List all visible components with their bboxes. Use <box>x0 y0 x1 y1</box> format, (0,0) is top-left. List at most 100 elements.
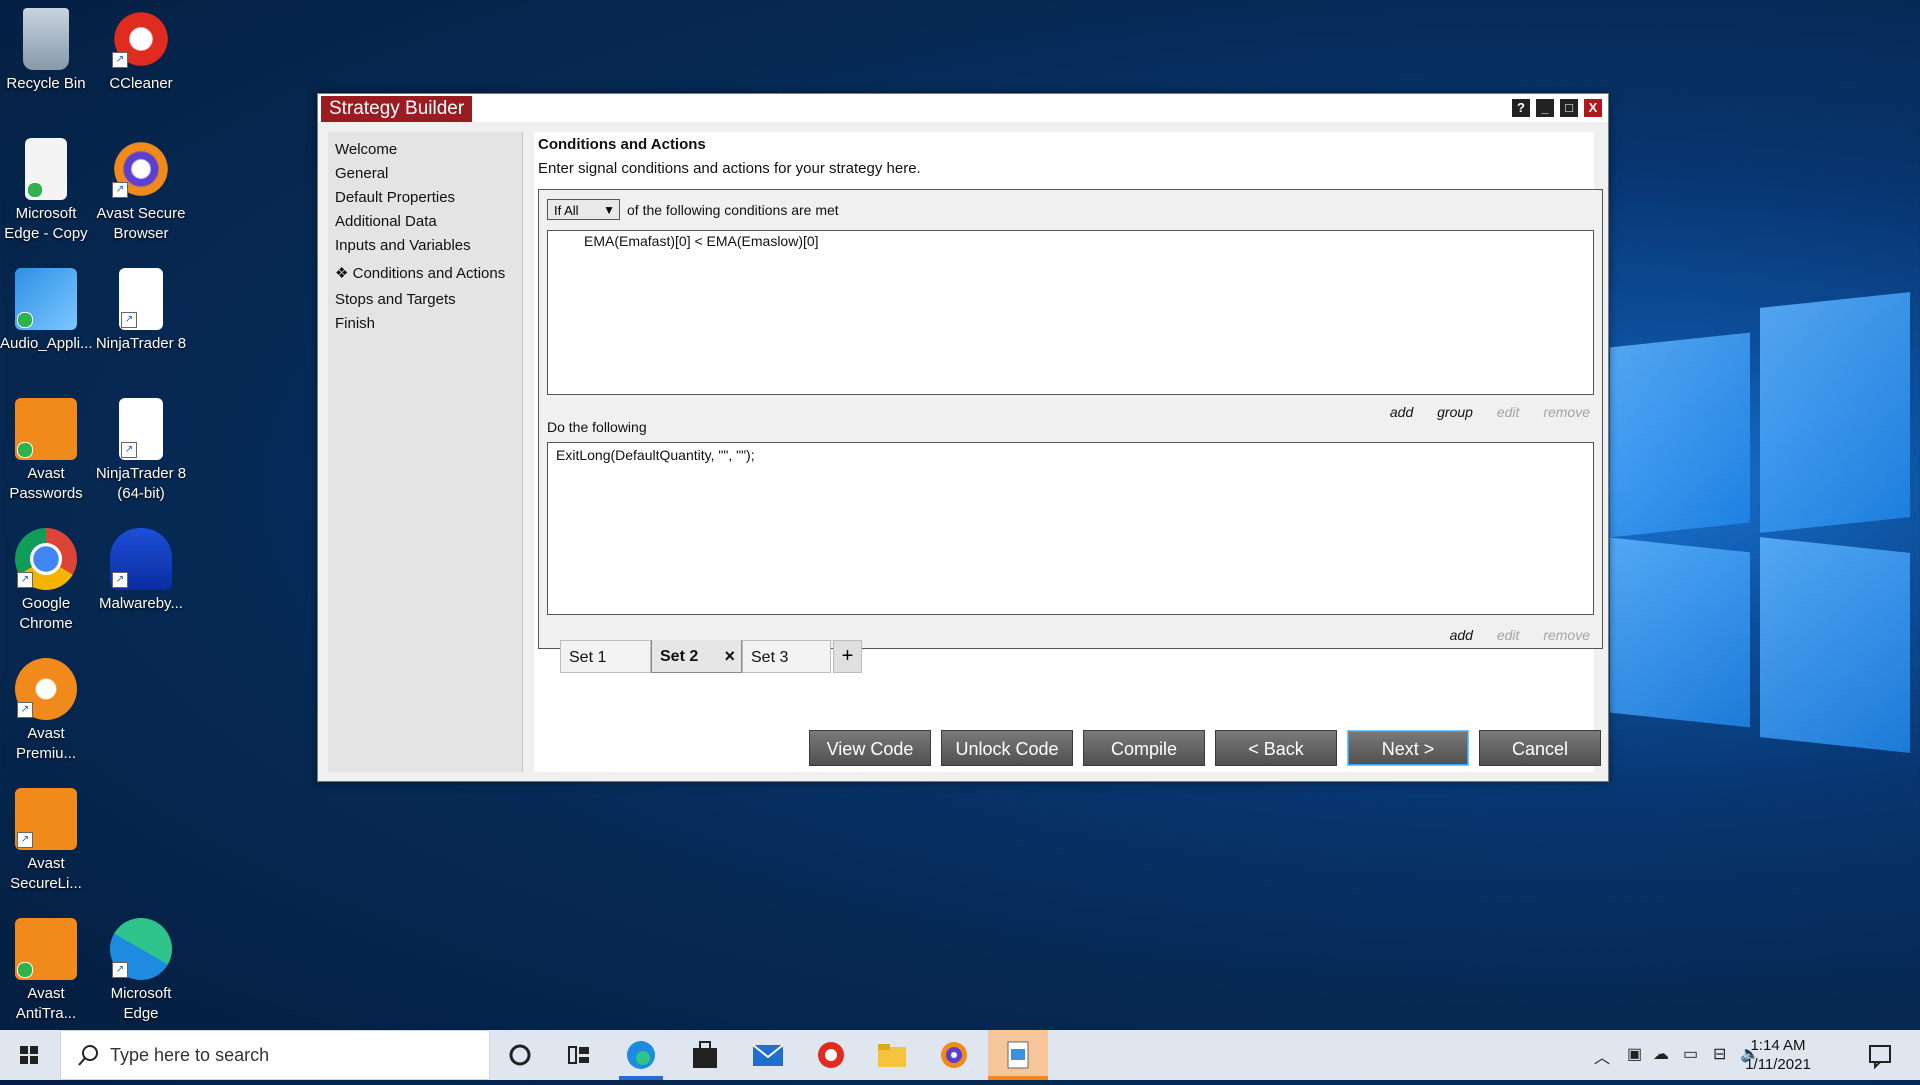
desktop-icon-label: CCleaner <box>109 75 173 92</box>
actions-label: Do the following <box>547 419 647 435</box>
tab-set-3[interactable]: Set 3 <box>742 640 831 673</box>
tab-label: Set 2 <box>660 648 699 665</box>
desktop-icon-avast-antitrack[interactable]: Avast AntiTra... <box>0 918 92 1024</box>
close-tab-icon[interactable]: × <box>724 640 735 673</box>
desktop-icon-label: Google Chrome <box>19 595 73 632</box>
minimize-button[interactable]: _ <box>1536 99 1554 117</box>
taskbar-clock[interactable]: 1:14 AM 1/11/2021 <box>1733 1036 1823 1074</box>
desktop-icon-label: Avast Passwords <box>9 465 83 502</box>
ninjatrader-taskbar-icon[interactable] <box>1001 1038 1035 1072</box>
conditions-list[interactable]: EMA(Emafast)[0] < EMA(Emaslow)[0] <box>547 230 1594 395</box>
compile-button[interactable]: Compile <box>1083 730 1205 766</box>
tab-label: Set 3 <box>751 649 789 666</box>
nav-item-inputs-and-variables[interactable]: Inputs and Variables <box>335 237 471 254</box>
cancel-button[interactable]: Cancel <box>1479 730 1601 766</box>
recycle-bin-icon <box>23 8 69 70</box>
nav-item-general[interactable]: General <box>335 165 388 182</box>
condition-add-link[interactable]: add <box>1390 404 1413 420</box>
desktop-icon-edge[interactable]: ↗ Microsoft Edge <box>95 918 187 1024</box>
show-hidden-icons-icon[interactable]: ︿ <box>1594 1044 1610 1068</box>
action-item[interactable]: ExitLong(DefaultQuantity, "", ""); <box>556 447 755 463</box>
chevron-down-icon: ▼ <box>603 203 615 217</box>
desktop-icon-avast-browser[interactable]: ↗ Avast Secure Browser <box>95 138 187 244</box>
nav-item-conditions-and-actions[interactable]: ❖ Conditions and Actions <box>335 264 505 282</box>
ninjatrader-icon: ↗ <box>119 398 163 460</box>
desktop-icon-malwarebytes[interactable]: ↗ Malwareby... <box>95 528 187 614</box>
ccleaner-taskbar-icon[interactable] <box>814 1038 848 1072</box>
maximize-button[interactable]: □ <box>1560 99 1578 117</box>
desktop-icon-label: Avast Secure Browser <box>96 205 186 242</box>
desktop-icon-audio-app[interactable]: Audio_Appli... <box>0 268 93 354</box>
action-edit-link[interactable]: edit <box>1497 627 1520 643</box>
desktop-icon-avast-premium[interactable]: ↗ Avast Premiu... <box>0 658 92 764</box>
clock-date: 1/11/2021 <box>1745 1056 1811 1073</box>
onedrive-icon[interactable]: ☁ <box>1653 1044 1669 1064</box>
unlock-code-button[interactable]: Unlock Code <box>941 730 1073 766</box>
window-titlebar[interactable]: Strategy Builder ? _ □ X <box>318 94 1608 122</box>
actions-list[interactable]: ExitLong(DefaultQuantity, "", ""); <box>547 442 1594 615</box>
help-button[interactable]: ? <box>1512 99 1530 117</box>
active-app-indicator <box>619 1076 663 1080</box>
desktop-icon-edge-copy[interactable]: Microsoft Edge - Copy <box>0 138 92 244</box>
action-add-link[interactable]: add <box>1450 627 1473 643</box>
desktop-icon-ninjatrader-64[interactable]: ↗ NinjaTrader 8 (64-bit) <box>95 398 187 504</box>
back-button[interactable]: < Back <box>1215 730 1337 766</box>
desktop-icon-ccleaner[interactable]: ↗ CCleaner <box>95 8 187 94</box>
desktop-icon-ninjatrader[interactable]: ↗ NinjaTrader 8 <box>95 268 187 354</box>
conditions-actions-panel: If All ▼ of the following conditions are… <box>538 189 1603 649</box>
condition-group-link[interactable]: group <box>1437 404 1473 420</box>
next-button[interactable]: Next > <box>1347 730 1469 766</box>
search-placeholder: Type here to search <box>110 1045 270 1065</box>
meet-now-icon[interactable]: ▣ <box>1627 1044 1642 1064</box>
avast-browser-taskbar-icon[interactable] <box>937 1038 971 1072</box>
condition-mode-select[interactable]: If All ▼ <box>547 199 620 220</box>
mail-icon[interactable] <box>751 1038 785 1072</box>
network-icon[interactable]: ⊟ <box>1713 1044 1726 1064</box>
desktop-icon-label: Malwareby... <box>99 595 183 612</box>
desktop-icon-recycle-bin[interactable]: Recycle Bin <box>0 8 92 94</box>
desktop-icon-chrome[interactable]: ↗ Google Chrome <box>0 528 92 634</box>
desktop-icon-avast-secureline[interactable]: ↗ Avast SecureLi... <box>0 788 92 894</box>
windows-start-icon <box>20 1046 38 1064</box>
nav-item-stops-and-targets[interactable]: Stops and Targets <box>335 291 456 308</box>
action-remove-link[interactable]: remove <box>1543 627 1590 643</box>
nav-item-additional-data[interactable]: Additional Data <box>335 213 437 230</box>
section-title: Conditions and Actions <box>538 136 706 153</box>
store-icon[interactable] <box>688 1038 722 1072</box>
nav-item-default-properties[interactable]: Default Properties <box>335 189 455 206</box>
condition-remove-link[interactable]: remove <box>1543 404 1590 420</box>
desktop-icon-label: NinjaTrader 8 (64-bit) <box>95 465 187 502</box>
avast-secureline-icon: ↗ <box>15 788 77 850</box>
condition-mode-label: of the following conditions are met <box>627 202 839 218</box>
active-app-indicator <box>988 1076 1048 1080</box>
nav-item-welcome[interactable]: Welcome <box>335 141 397 158</box>
cortana-icon[interactable] <box>503 1038 537 1072</box>
avast-icon: ↗ <box>15 658 77 720</box>
document-icon <box>25 138 67 200</box>
section-description: Enter signal conditions and actions for … <box>538 160 921 177</box>
edge-taskbar-icon[interactable] <box>624 1038 658 1072</box>
view-code-button[interactable]: View Code <box>809 730 931 766</box>
notifications-icon[interactable] <box>1863 1038 1897 1072</box>
desktop-icon-label: Avast Premiu... <box>15 725 76 762</box>
add-set-button[interactable]: + <box>833 640 862 673</box>
chrome-icon: ↗ <box>15 528 77 590</box>
battery-icon[interactable]: ▭ <box>1683 1044 1698 1064</box>
close-button[interactable]: X <box>1584 99 1602 117</box>
tab-set-1[interactable]: Set 1 <box>560 640 651 673</box>
file-explorer-icon[interactable] <box>875 1038 909 1072</box>
condition-edit-link[interactable]: edit <box>1497 404 1520 420</box>
windows-logo-wallpaper <box>1600 290 1920 760</box>
edge-icon: ↗ <box>110 918 172 980</box>
nav-item-finish[interactable]: Finish <box>335 315 375 332</box>
task-view-icon[interactable] <box>562 1038 596 1072</box>
start-button[interactable] <box>0 1030 60 1080</box>
content-area: Conditions and Actions Enter signal cond… <box>534 132 1603 772</box>
action-links: add edit remove <box>1430 627 1590 643</box>
audio-app-icon <box>15 268 77 330</box>
desktop-icon-label: Recycle Bin <box>6 75 86 92</box>
taskbar-search-box[interactable]: Type here to search <box>60 1030 490 1080</box>
tab-set-2[interactable]: Set 2 × <box>651 640 742 673</box>
desktop-icon-avast-passwords[interactable]: Avast Passwords <box>0 398 92 504</box>
condition-item[interactable]: EMA(Emafast)[0] < EMA(Emaslow)[0] <box>584 233 819 249</box>
